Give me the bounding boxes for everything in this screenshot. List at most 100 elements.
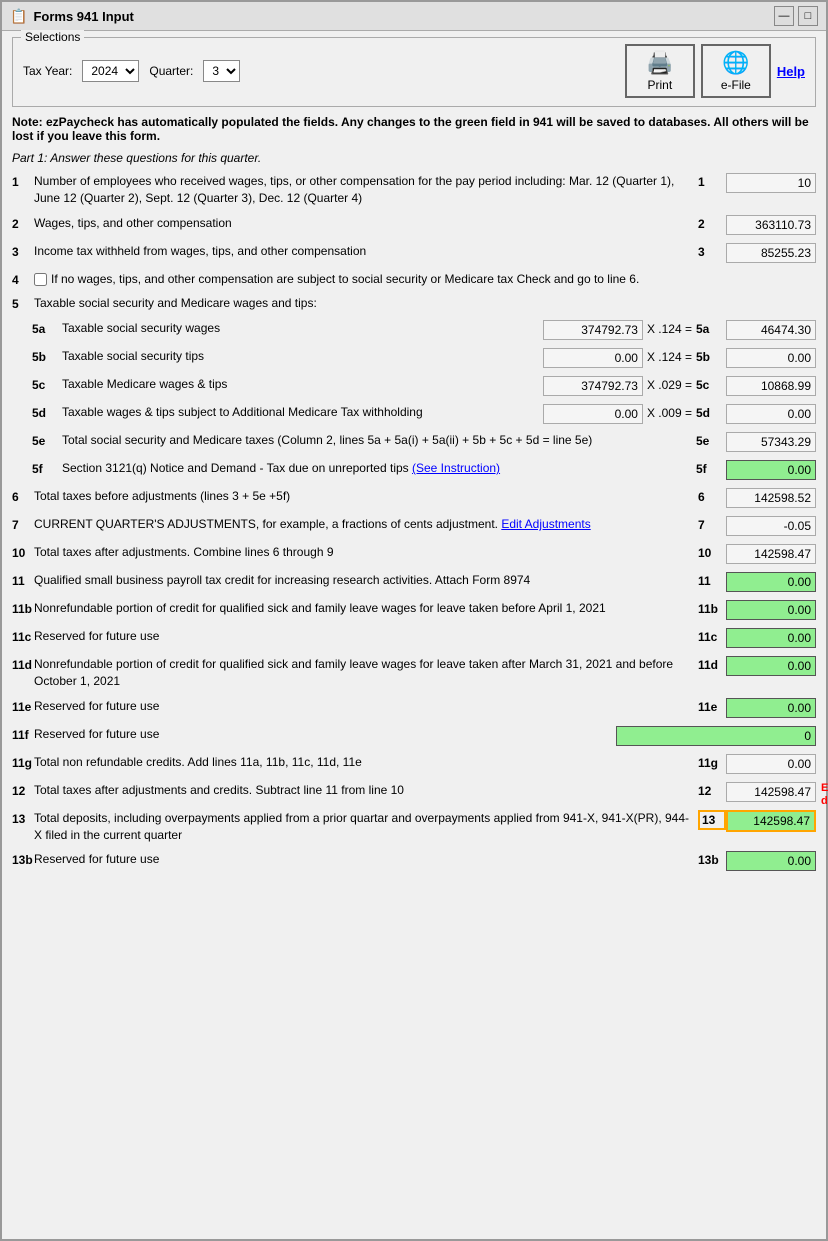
toolbar: 🖨️ Print 🌐 e-File Help [625,44,805,98]
field-13-input[interactable] [726,810,816,832]
field-5d-result[interactable] [726,404,816,424]
row-number: 11c [12,628,34,644]
part-header: Part 1: Answer these questions for this … [12,151,816,165]
table-row: 11c Reserved for future use 11c [12,626,816,650]
print-icon: 🖨️ [646,50,673,76]
field-11b-input[interactable] [726,600,816,620]
sub-row-num: 5c [32,376,62,392]
table-row: 13 Total deposits, including overpayment… [12,808,816,846]
table-row: 5f Section 3121(q) Notice and Demand - T… [32,458,816,482]
app-icon: 📋 [10,8,27,25]
sub-row-desc: Taxable social security tips [62,348,543,365]
table-row: 11b Nonrefundable portion of credit for … [12,598,816,622]
row-number: 1 [12,173,34,189]
sub-row-desc: Total social security and Medicare taxes… [62,432,696,449]
row-number: 4 [12,271,34,287]
row-description: Total deposits, including overpayments a… [34,810,698,844]
help-link[interactable]: Help [777,64,805,79]
sub-row-desc: Taxable Medicare wages & tips [62,376,543,393]
field-13b-input[interactable] [726,851,816,871]
table-row: 5e Total social security and Medicare ta… [32,430,816,454]
print-button[interactable]: 🖨️ Print [625,44,695,98]
sub-field-num: 5a [696,320,726,336]
field-11d-input[interactable] [726,656,816,676]
sub-row-num: 5a [32,320,62,336]
form-body: Part 1: Answer these questions for this … [12,151,816,873]
field-10-input[interactable] [726,544,816,564]
row-number: 6 [12,488,34,504]
sub-row-desc: Section 3121(q) Notice and Demand - Tax … [62,460,696,477]
row-number: 11 [12,572,34,588]
field-number: 11d [698,656,726,672]
field-11c-input[interactable] [726,628,816,648]
field-1-input[interactable] [726,173,816,193]
sub-row-num: 5d [32,404,62,420]
row-number: 12 [12,782,34,798]
tax-year-select[interactable]: 2024 2023 2022 [82,60,139,82]
minimize-button[interactable]: — [774,6,794,26]
field-number: 12 [698,782,726,798]
maximize-button[interactable]: □ [798,6,818,26]
sub-field-num: 5b [696,348,726,364]
field-number: 6 [698,488,726,504]
field-3-input[interactable] [726,243,816,263]
field-5c-result[interactable] [726,376,816,396]
row-number: 2 [12,215,34,231]
sub-section: 5a Taxable social security wages X .124 … [32,318,816,482]
field-11-input[interactable] [726,572,816,592]
sub-row-num: 5f [32,460,62,476]
row-number: 11f [12,726,34,742]
field-number: 13b [698,851,726,867]
field-6-input[interactable] [726,488,816,508]
table-row: 5d Taxable wages & tips subject to Addit… [32,402,816,426]
efile-button[interactable]: 🌐 e-File [701,44,771,98]
table-row: 11 Qualified small business payroll tax … [12,570,816,594]
row-description: If no wages, tips, and other compensatio… [34,271,816,288]
field-number: 1 [698,173,726,189]
sub-field-num: 5c [696,376,726,392]
row-number: 5 [12,295,34,311]
field-7-input[interactable] [726,516,816,536]
row-4-checkbox[interactable] [34,273,47,286]
row-description: Total non refundable credits. Add lines … [34,754,698,771]
edit-adjustments-link[interactable]: Edit Adjustments [501,517,590,531]
row-number: 10 [12,544,34,560]
row-number: 7 [12,516,34,532]
field-number: 11g [698,754,726,770]
row-description: Income tax withheld from wages, tips, an… [34,243,698,260]
field-12-input[interactable] [726,782,816,802]
table-row: 13b Reserved for future use 13b [12,849,816,873]
field-5a-result[interactable] [726,320,816,340]
field-5d-left-input[interactable] [543,404,643,424]
field-11f-input[interactable] [616,726,816,746]
field-5b-result[interactable] [726,348,816,368]
sub-row-desc: Taxable social security wages [62,320,543,337]
quarter-select[interactable]: 1 2 3 4 [203,60,240,82]
sub-field-num: 5f [696,460,726,476]
multiplier-5b: X .124 = [647,348,692,364]
sub-field-num: 5e [696,432,726,448]
row-description: Nonrefundable portion of credit for qual… [34,656,698,690]
field-number: 11 [698,572,726,588]
field-2-input[interactable] [726,215,816,235]
field-5b-left-input[interactable] [543,348,643,368]
field-5f-result[interactable] [726,460,816,480]
row-description: CURRENT QUARTER'S ADJUSTMENTS, for examp… [34,516,698,533]
row-number: 11d [12,656,34,672]
row-description: Number of employees who received wages, … [34,173,698,207]
row-number: 13b [12,851,34,867]
field-number: 11c [698,628,726,644]
row-description: Reserved for future use [34,628,698,645]
row-description: Taxable social security and Medicare wag… [34,295,816,312]
multiplier-5c: X .029 = [647,376,692,392]
field-11e-input[interactable] [726,698,816,718]
field-11g-input[interactable] [726,754,816,774]
print-label: Print [647,78,672,92]
field-5c-left-input[interactable] [543,376,643,396]
table-row: 5b Taxable social security tips X .124 =… [32,346,816,370]
see-instruction-link[interactable]: (See Instruction) [412,461,500,475]
table-row: 11f Reserved for future use [12,724,816,748]
field-5e-result[interactable] [726,432,816,452]
row-number: 3 [12,243,34,259]
field-5a-left-input[interactable] [543,320,643,340]
